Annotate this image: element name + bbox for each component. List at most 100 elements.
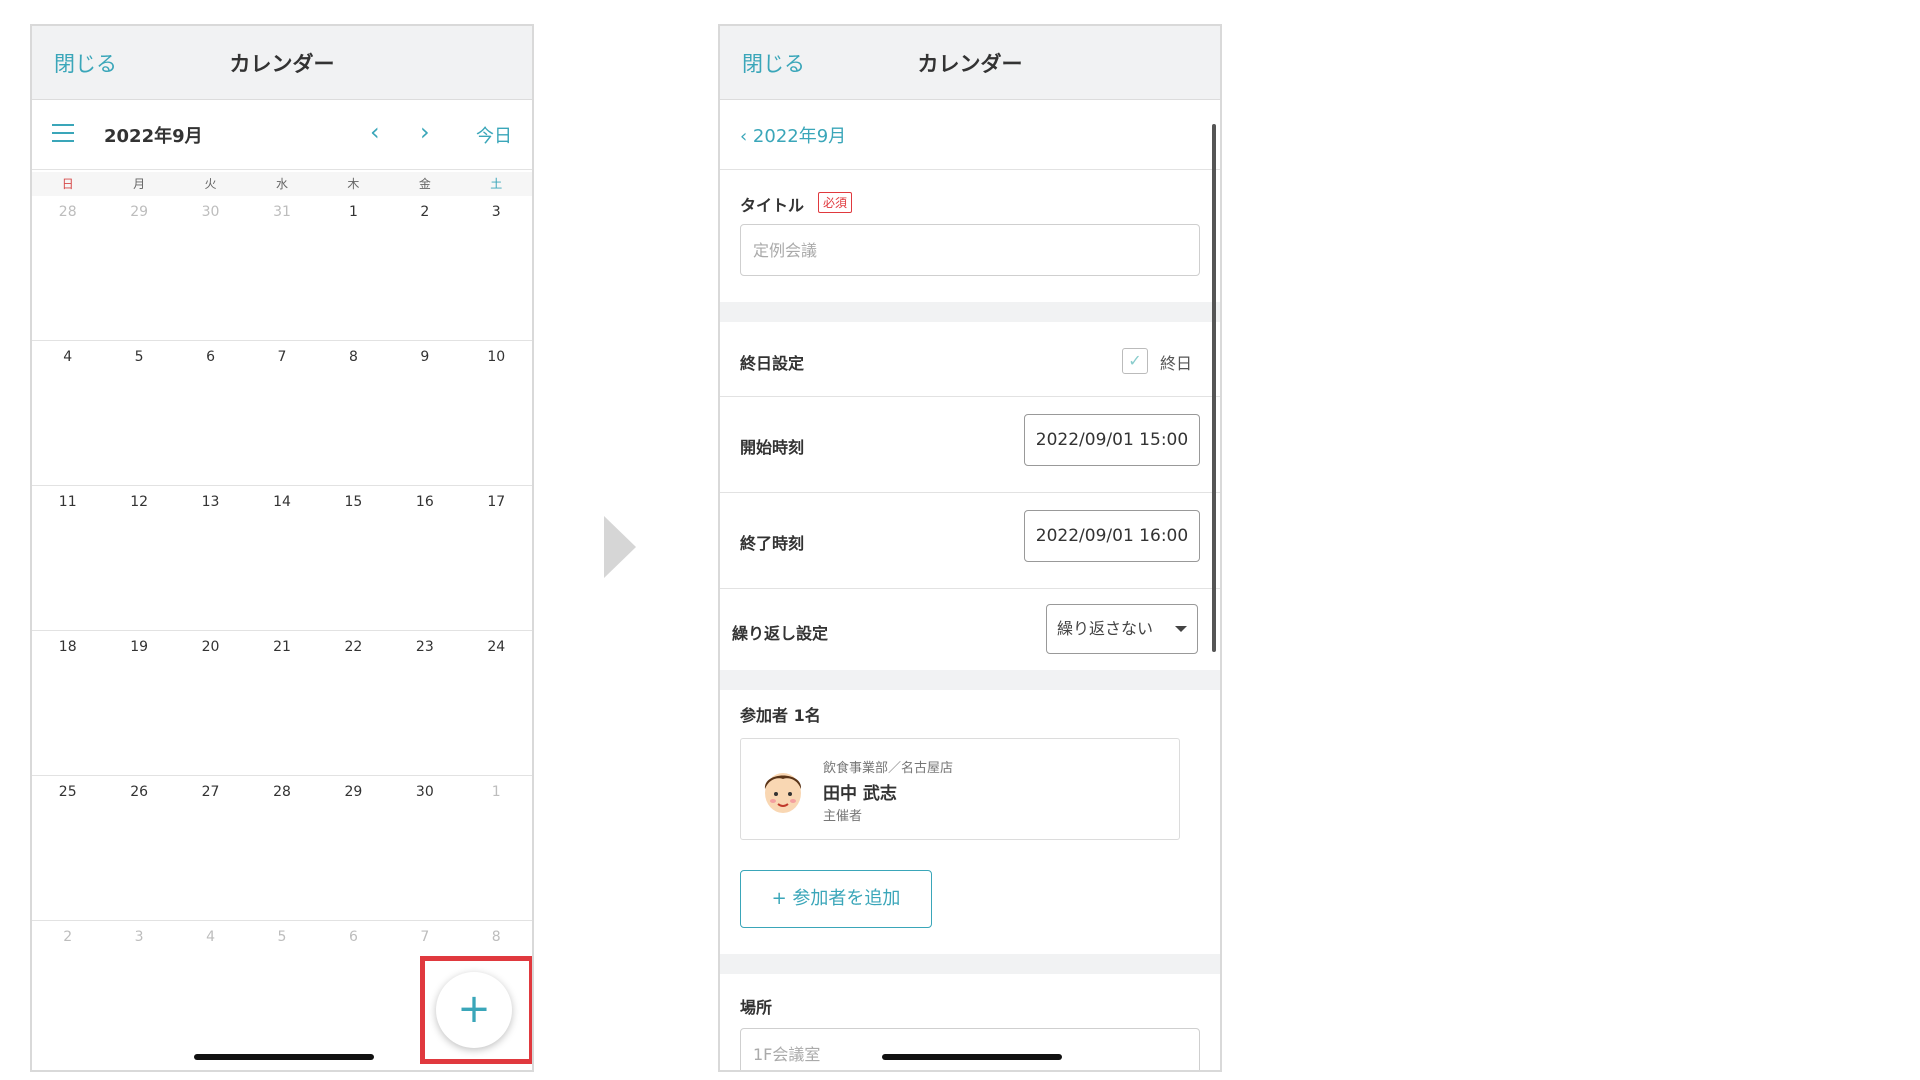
calendar-week-row: 28 29 30 31 1 2 3 [32, 196, 532, 341]
section-divider [720, 302, 1220, 322]
calendar-day-cell[interactable]: 13 [175, 486, 246, 630]
calendar-day-cell[interactable]: 2 [389, 196, 460, 340]
weekday-label: 金 [418, 177, 431, 191]
calendar-day-cell[interactable]: 28 [32, 196, 103, 340]
calendar-header: 2022年9月 ‹ › 今日 [32, 100, 532, 170]
required-badge: 必須 [818, 192, 853, 213]
repeat-select[interactable]: 繰り返さない [1046, 604, 1198, 654]
divider [720, 396, 1220, 397]
section-divider [720, 954, 1220, 974]
menu-icon[interactable] [52, 124, 74, 142]
title-label: タイトル [740, 196, 805, 215]
repeat-label: 繰り返し設定 [732, 624, 829, 643]
weekday-label: 火 [204, 177, 217, 191]
calendar-day-cell[interactable]: 20 [175, 631, 246, 775]
screen-title: カレンダー [229, 52, 335, 76]
participant-card[interactable]: 飲食事業部／名古屋店 田中 武志 主催者 [740, 738, 1180, 840]
calendar-day-cell[interactable]: 1 [461, 776, 532, 920]
calendar-day-cell[interactable]: 2 [32, 921, 103, 1066]
calendar-week-row: 4 5 6 7 8 9 10 [32, 341, 532, 486]
arrow-right-icon [604, 516, 636, 578]
calendar-day-cell[interactable]: 30 [175, 196, 246, 340]
weekday-header: 日 月 火 水 木 金 土 [32, 172, 532, 196]
calendar-day-cell[interactable]: 30 [389, 776, 460, 920]
participant-department: 飲食事業部／名古屋店 [823, 761, 954, 776]
back-row: ‹ 2022年9月 [720, 100, 1220, 170]
divider [720, 588, 1220, 589]
event-form-screen: 閉じる カレンダー ‹ 2022年9月 タイトル 必須 終日設定 ✓ 終日 開始… [718, 24, 1222, 1072]
place-label: 場所 [740, 998, 773, 1017]
calendar-day-cell[interactable]: 21 [246, 631, 317, 775]
end-time-label: 終了時刻 [740, 534, 805, 553]
avatar [764, 773, 802, 813]
top-bar: 閉じる カレンダー [720, 26, 1220, 100]
calendar-screen: 閉じる カレンダー 2022年9月 ‹ › 今日 日 月 火 水 木 金 土 2… [30, 24, 534, 1072]
title-input[interactable] [740, 224, 1200, 276]
allday-checkbox[interactable]: ✓ [1122, 348, 1148, 374]
calendar-grid: 28 29 30 31 1 2 3 4 5 6 7 8 9 10 11 12 13 14 15 16 17 18 19 20 2… [32, 196, 532, 1066]
calendar-day-cell[interactable]: 4 [175, 921, 246, 1066]
calendar-day-cell[interactable]: 29 [318, 776, 389, 920]
calendar-day-cell[interactable]: 1 [318, 196, 389, 340]
calendar-day-cell[interactable]: 18 [32, 631, 103, 775]
calendar-day-cell[interactable]: 3 [103, 921, 174, 1066]
calendar-day-cell[interactable]: 5 [246, 921, 317, 1066]
calendar-day-cell[interactable]: 29 [103, 196, 174, 340]
chevron-right-icon[interactable]: › [420, 118, 430, 146]
participant-name: 田中 武志 [823, 784, 897, 804]
calendar-day-cell[interactable]: 17 [461, 486, 532, 630]
home-indicator [882, 1054, 1062, 1060]
participant-role: 主催者 [823, 809, 863, 824]
calendar-day-cell[interactable]: 31 [246, 196, 317, 340]
calendar-day-cell[interactable]: 14 [246, 486, 317, 630]
calendar-day-cell[interactable]: 25 [32, 776, 103, 920]
calendar-day-cell[interactable]: 16 [389, 486, 460, 630]
calendar-day-cell[interactable]: 7 [246, 341, 317, 485]
calendar-day-cell[interactable]: 12 [103, 486, 174, 630]
calendar-week-row: 18 19 20 21 22 23 24 [32, 631, 532, 776]
calendar-day-cell[interactable]: 6 [175, 341, 246, 485]
calendar-day-cell[interactable]: 5 [103, 341, 174, 485]
end-time-field[interactable]: 2022/09/01 16:00 [1024, 510, 1200, 562]
start-time-field[interactable]: 2022/09/01 15:00 [1024, 414, 1200, 466]
start-time-label: 開始時刻 [740, 438, 805, 457]
repeat-select-value: 繰り返さない [1057, 619, 1154, 638]
calendar-day-cell[interactable]: 28 [246, 776, 317, 920]
calendar-day-cell[interactable]: 22 [318, 631, 389, 775]
month-label: 2022年9月 [104, 126, 203, 147]
calendar-day-cell[interactable]: 23 [389, 631, 460, 775]
participants-label: 参加者 1名 [740, 706, 821, 725]
caret-down-icon [1175, 626, 1187, 632]
calendar-day-cell[interactable]: 3 [461, 196, 532, 340]
weekday-label: 日 [61, 177, 74, 191]
calendar-day-cell[interactable]: 6 [318, 921, 389, 1066]
allday-checkbox-label: 終日 [1160, 354, 1193, 373]
scrollbar[interactable] [1212, 124, 1216, 652]
calendar-day-cell[interactable]: 10 [461, 341, 532, 485]
divider [720, 492, 1220, 493]
calendar-day-cell[interactable]: 15 [318, 486, 389, 630]
calendar-day-cell[interactable]: 19 [103, 631, 174, 775]
calendar-week-row: 11 12 13 14 15 16 17 [32, 486, 532, 631]
calendar-day-cell[interactable]: 8 [318, 341, 389, 485]
calendar-day-cell[interactable]: 4 [32, 341, 103, 485]
allday-label: 終日設定 [740, 354, 805, 373]
weekday-label: 水 [275, 177, 288, 191]
weekday-label: 木 [347, 177, 360, 191]
calendar-day-cell[interactable]: 26 [103, 776, 174, 920]
calendar-day-cell[interactable]: 24 [461, 631, 532, 775]
top-bar: 閉じる カレンダー [32, 26, 532, 100]
today-button[interactable]: 今日 [476, 122, 512, 148]
place-input[interactable] [740, 1028, 1200, 1070]
calendar-day-cell[interactable]: 11 [32, 486, 103, 630]
weekday-label: 土 [490, 177, 503, 191]
screen-title: カレンダー [917, 52, 1023, 76]
add-event-button[interactable]: + [436, 972, 512, 1048]
calendar-day-cell[interactable]: 27 [175, 776, 246, 920]
add-participant-button[interactable]: + 参加者を追加 [740, 870, 932, 928]
chevron-left-icon[interactable]: ‹ [370, 118, 380, 146]
calendar-day-cell[interactable]: 9 [389, 341, 460, 485]
home-indicator [194, 1054, 374, 1060]
weekday-label: 月 [133, 177, 146, 191]
back-link[interactable]: ‹ 2022年9月 [740, 122, 846, 148]
